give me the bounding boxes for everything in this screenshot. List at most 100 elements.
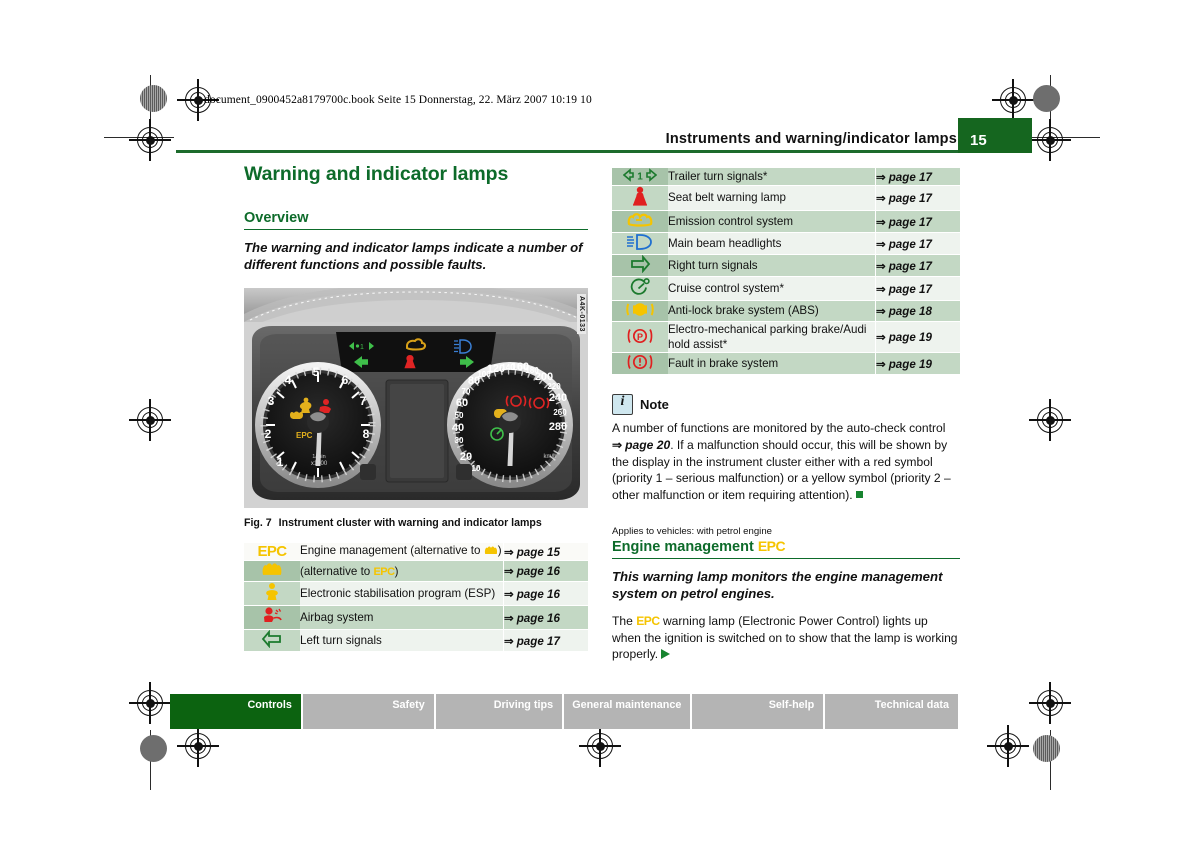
lamp-page-ref-cell[interactable]: page 15 xyxy=(503,543,588,561)
table-row[interactable]: Cruise control system* page 17 xyxy=(612,276,960,301)
lamp-icon-cell xyxy=(244,605,300,630)
svg-text:km/h: km/h xyxy=(543,454,556,460)
table-row[interactable]: Emission control system page 17 xyxy=(612,210,960,233)
svg-text:6: 6 xyxy=(342,373,349,387)
table-row[interactable]: Electronic stabilisation program (ESP) p… xyxy=(244,581,588,606)
lamp-page-ref-cell[interactable]: page 17 xyxy=(875,168,960,186)
lamp-icon-cell xyxy=(612,276,668,301)
warning-lamps-table-left: EPC Engine management (alternative to ) … xyxy=(244,543,588,652)
epc-lamp-icon: EPC xyxy=(257,543,287,561)
footer-tab-technical-data[interactable]: Technical data xyxy=(825,694,958,729)
instrument-cluster-figure: 1 1 2 3 4 5 6 7 8 EPC 10 20 30 40 50 60 … xyxy=(244,288,588,509)
body-text-part-1: The xyxy=(612,613,637,628)
trailer-turn-signal-lamp-icon: 1 xyxy=(622,168,658,185)
lamp-description-cell: Fault in brake system xyxy=(668,352,876,375)
subsection-heading-engine-management: Engine management EPC xyxy=(612,538,960,559)
page-number-badge: 15 xyxy=(958,118,1032,153)
lamp-page-ref-cell[interactable]: page 17 xyxy=(875,232,960,255)
lamp-description-suffix: ) xyxy=(394,564,399,578)
note-header: Note xyxy=(612,394,960,416)
registration-mark-right-middle xyxy=(1029,399,1071,441)
table-row[interactable]: Airbag system page 16 xyxy=(244,605,588,630)
continuation-arrow-icon xyxy=(661,649,671,660)
abs-lamp-icon xyxy=(626,301,654,321)
table-row[interactable]: (alternative to EPC) page 16 xyxy=(244,560,588,582)
svg-text:50: 50 xyxy=(455,411,464,420)
glow-plug-lamp-icon xyxy=(261,561,283,581)
footer-tab-self-help[interactable]: Self-help xyxy=(692,694,826,729)
lamp-page-ref-cell[interactable]: page 16 xyxy=(503,581,588,606)
registration-mark-right-top xyxy=(992,79,1034,121)
left-column: Warning and indicator lamps Overview The… xyxy=(244,163,588,652)
main-beam-headlight-lamp-icon xyxy=(626,233,654,254)
footer-tab-safety[interactable]: Safety xyxy=(302,694,436,729)
right-column: 1 Trailer turn signals* page 17 xyxy=(612,168,960,663)
lamp-icon-cell xyxy=(612,185,668,211)
lamp-page-ref-cell[interactable]: page 17 xyxy=(875,254,960,277)
footer-tab-driving-tips[interactable]: Driving tips xyxy=(435,694,565,729)
svg-text:10: 10 xyxy=(472,464,481,473)
lamp-page-ref-cell[interactable]: page 17 xyxy=(875,210,960,233)
registration-mark-bottom-center xyxy=(579,725,621,767)
lamp-icon-cell xyxy=(244,581,300,606)
lamp-page-ref-cell[interactable]: page 19 xyxy=(875,320,960,353)
figure-caption-label: Fig. 7 xyxy=(244,517,272,530)
lamp-page-ref-cell[interactable]: page 16 xyxy=(503,605,588,630)
svg-text:3: 3 xyxy=(268,394,275,408)
lamp-page-ref-cell[interactable]: page 19 xyxy=(875,352,960,375)
footer-tab-controls[interactable]: Controls xyxy=(170,694,303,729)
cluster-telltale-glowplug xyxy=(290,411,303,420)
lamp-page-ref-cell[interactable]: page 17 xyxy=(503,629,588,652)
applies-to-note: Applies to vehicles: with petrol engine xyxy=(612,525,772,537)
table-row[interactable]: EPC Engine management (alternative to ) … xyxy=(244,543,588,561)
table-row[interactable]: Anti-lock brake system (ABS) page 18 xyxy=(612,300,960,322)
svg-text:260: 260 xyxy=(553,408,567,417)
esp-lamp-icon xyxy=(262,582,282,605)
right-turn-signal-lamp-icon xyxy=(629,254,651,276)
lamp-icon-cell xyxy=(612,210,668,233)
lamp-page-ref-cell[interactable]: page 16 xyxy=(503,560,588,582)
svg-text:4: 4 xyxy=(285,373,292,387)
page-reference: page 17 xyxy=(504,635,560,648)
lamp-icon-cell: EPC xyxy=(244,543,300,561)
document-meta-line: document_0900452a8179700c.book Seite 15 … xyxy=(204,94,592,106)
left-turn-signal-lamp-icon xyxy=(261,629,283,651)
table-row[interactable]: Main beam headlights page 17 xyxy=(612,232,960,255)
figure-caption: Fig. 7 Instrument cluster with warning an… xyxy=(244,517,588,529)
instrument-cluster-illustration: 1 1 2 3 4 5 6 7 8 EPC 10 20 30 40 50 60 … xyxy=(244,288,588,509)
svg-text:40: 40 xyxy=(452,422,464,434)
lamp-page-ref-cell[interactable]: page 17 xyxy=(875,276,960,301)
footer-tab-general-maintenance[interactable]: General maintenance xyxy=(564,694,693,729)
lamp-page-ref-cell[interactable]: page 18 xyxy=(875,300,960,322)
svg-text:1: 1 xyxy=(277,455,284,469)
lamp-icon-cell xyxy=(612,300,668,322)
footer-navigation: Controls Safety Driving tips General mai… xyxy=(170,694,958,729)
svg-text:P: P xyxy=(637,331,643,341)
table-row[interactable]: Seat belt warning lamp page 17 xyxy=(612,185,960,211)
lamp-description-cell: Seat belt warning lamp xyxy=(668,185,876,211)
note-body: A number of functions are monitored by t… xyxy=(612,420,960,503)
table-row[interactable]: 1 Trailer turn signals* page 17 xyxy=(612,168,960,186)
section-end-marker xyxy=(855,490,863,498)
lamp-description-text: (alternative to xyxy=(300,564,374,578)
info-icon xyxy=(612,394,633,416)
color-bar-dot-top-left xyxy=(140,85,167,112)
table-row[interactable]: Right turn signals page 17 xyxy=(612,254,960,277)
table-row[interactable]: Left turn signals page 17 xyxy=(244,629,588,652)
page-reference: page 15 xyxy=(504,546,560,559)
note-body-part-1: A number of functions are monitored by t… xyxy=(612,421,946,436)
page-reference: page 17 xyxy=(876,216,932,229)
page-title: Instruments and warning/indicator lamps xyxy=(665,131,957,147)
glow-plug-lamp-icon xyxy=(484,545,498,560)
svg-text:5: 5 xyxy=(313,365,320,379)
brake-fault-lamp-icon xyxy=(626,353,654,374)
lamp-page-ref-cell[interactable]: page 17 xyxy=(875,185,960,211)
table-row[interactable]: Fault in brake system page 19 xyxy=(612,352,960,375)
svg-text:20: 20 xyxy=(460,451,472,463)
svg-text:220: 220 xyxy=(547,382,561,391)
table-row[interactable]: P Electro-mechanical parking brake/Audi … xyxy=(612,320,960,353)
page-reference: page 17 xyxy=(876,283,932,296)
svg-text:2: 2 xyxy=(265,427,272,441)
note-page-reference[interactable]: page 20 xyxy=(612,438,670,452)
lamp-description-cell: Airbag system xyxy=(300,605,504,630)
